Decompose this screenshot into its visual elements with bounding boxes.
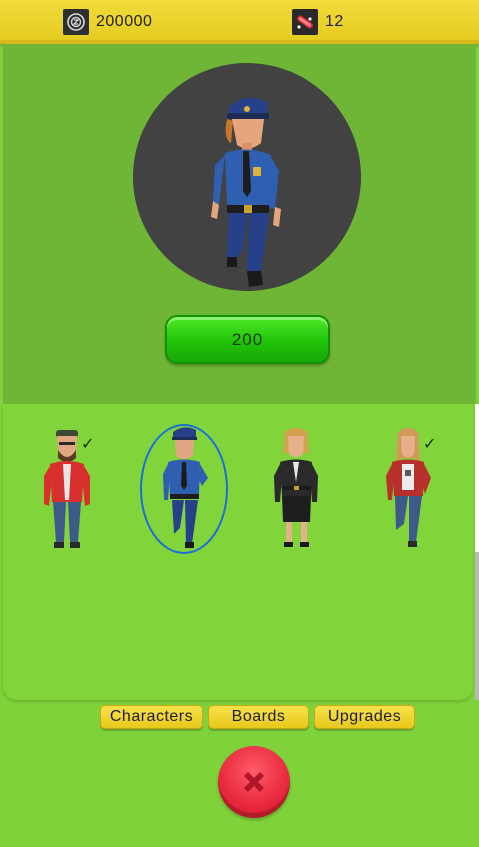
character-shop-screen: { "topbar": { "coins": { "icon": "coin-i…	[0, 0, 479, 847]
character-list: ✓ ✓	[3, 404, 473, 700]
character-slot-police-officer[interactable]	[139, 424, 229, 554]
police-officer-thumb	[163, 427, 208, 548]
skateboard-icon	[292, 9, 318, 35]
close-icon	[244, 772, 264, 792]
character-portrait	[133, 63, 361, 291]
currency-bar: 200000 12	[0, 0, 479, 44]
list-scrollbar[interactable]	[475, 404, 479, 700]
owned-check-icon: ✓	[81, 436, 95, 453]
tab-boards[interactable]: Boards	[208, 705, 309, 729]
shop-tabs: Characters Boards Upgrades	[100, 705, 415, 729]
character-preview-panel: 200	[3, 44, 476, 404]
character-slot-red-jacket-guy[interactable]: ✓	[21, 424, 111, 554]
character-slot-business-woman[interactable]	[251, 424, 341, 554]
coin-icon	[63, 9, 89, 35]
board-counter: 12	[292, 9, 344, 35]
tab-upgrades[interactable]: Upgrades	[314, 705, 415, 729]
scrollbar-thumb[interactable]	[475, 552, 479, 700]
coin-counter: 200000	[63, 9, 152, 35]
character-slot-red-jacket-girl[interactable]: ✓	[363, 424, 453, 554]
business-woman-figure	[274, 428, 318, 547]
police-officer-figure	[211, 97, 281, 287]
board-amount: 12	[325, 13, 344, 30]
coin-amount: 200000	[96, 13, 153, 30]
tab-characters[interactable]: Characters	[100, 705, 203, 729]
owned-check-icon: ✓	[423, 436, 437, 453]
close-button[interactable]	[218, 746, 290, 818]
buy-character-button[interactable]: 200	[165, 315, 330, 364]
